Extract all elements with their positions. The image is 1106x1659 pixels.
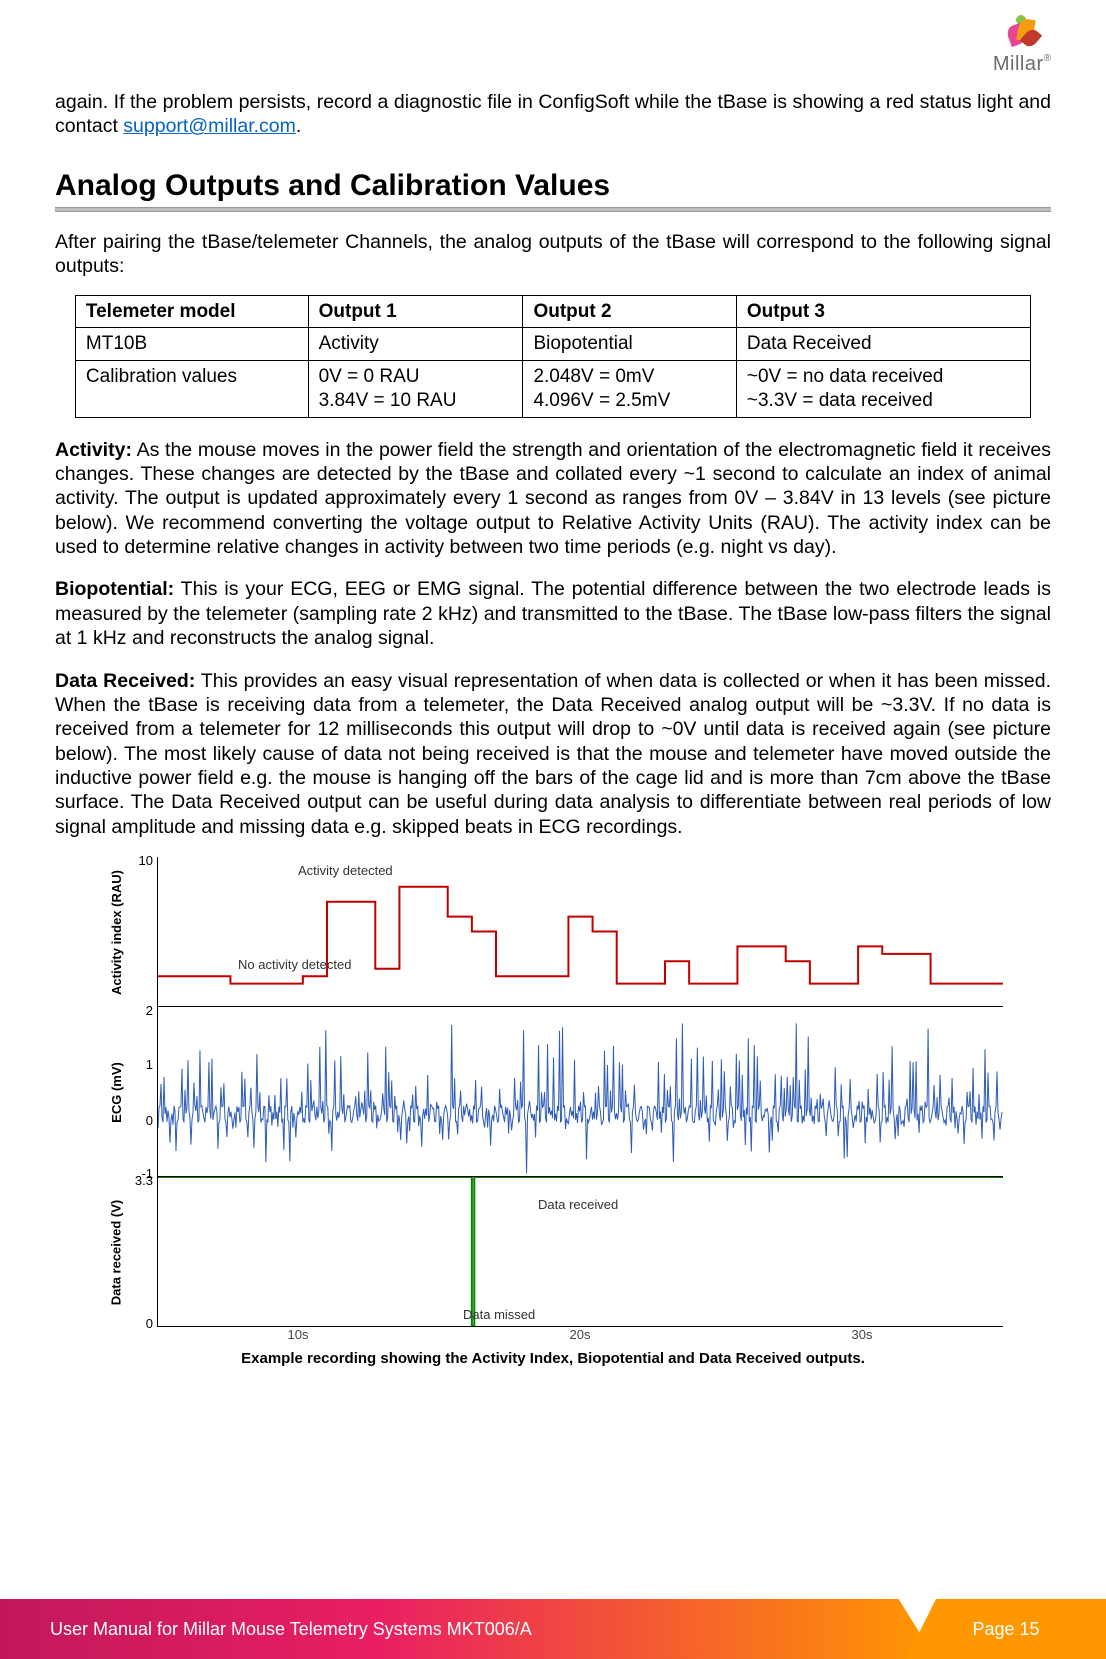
support-email-link[interactable]: support@millar.com (123, 115, 296, 137)
chart-caption: Example recording showing the Activity I… (103, 1350, 1003, 1367)
chart1-ylabel: Activity index (RAU) (109, 870, 124, 995)
th: Output 2 (523, 295, 736, 328)
data-received-paragraph: Data Received: This provides an easy vis… (55, 669, 1051, 840)
calibration-table: Telemeter model Output 1 Output 2 Output… (75, 295, 1031, 418)
brand-name: Millar (993, 53, 1044, 75)
data-received-label: Data Received: (55, 670, 195, 692)
anno-data-received: Data received (538, 1197, 618, 1212)
table-row: MT10B Activity Biopotential Data Receive… (75, 328, 1030, 361)
anno-data-missed: Data missed (463, 1307, 535, 1322)
anno-no-activity: No activity detected (238, 957, 351, 972)
example-chart: Activity index (RAU) 10 Activity detecte… (103, 857, 1003, 1367)
th: Output 3 (736, 295, 1030, 328)
th: Telemeter model (75, 295, 308, 328)
activity-paragraph: Activity: As the mouse moves in the powe… (55, 438, 1051, 560)
activity-trace (158, 857, 1003, 1006)
logo-petal-icon (1004, 15, 1040, 51)
heading-rule (55, 207, 1051, 212)
th: Output 1 (308, 295, 523, 328)
footer-page: Page 15 (972, 1619, 1039, 1640)
brand-logo: Millar® (993, 15, 1051, 76)
chart2-ylabel: ECG (mV) (109, 1062, 124, 1123)
biopotential-label: Biopotential: (55, 578, 174, 600)
activity-label: Activity: (55, 439, 132, 461)
continuation-paragraph: again. If the problem persists, record a… (55, 90, 1051, 139)
ecg-trace (158, 1007, 1003, 1176)
anno-activity-detected: Activity detected (298, 863, 393, 878)
x-axis-ticks: 10s 20s 30s (157, 1327, 1003, 1342)
footer-title: User Manual for Millar Mouse Telemetry S… (50, 1619, 532, 1640)
table-header-row: Telemeter model Output 1 Output 2 Output… (75, 295, 1030, 328)
intro-paragraph: After pairing the tBase/telemeter Channe… (55, 230, 1051, 279)
biopotential-paragraph: Biopotential: This is your ECG, EEG or E… (55, 577, 1051, 650)
table-row: Calibration values 0V = 0 RAU 3.84V = 10… (75, 361, 1030, 418)
section-heading: Analog Outputs and Calibration Values (55, 169, 1051, 207)
continuation-after: . (296, 115, 301, 137)
chart3-ylabel: Data received (V) (109, 1199, 124, 1305)
page-footer: User Manual for Millar Mouse Telemetry S… (0, 1599, 1106, 1659)
